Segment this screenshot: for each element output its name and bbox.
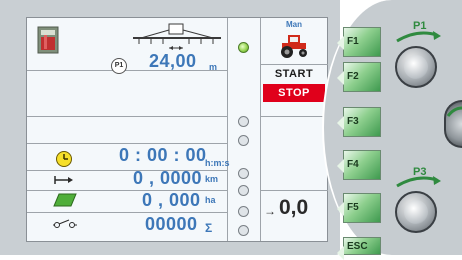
p3-knob[interactable] [395, 191, 437, 233]
f5-button[interactable]: F5 [337, 193, 381, 223]
esc-label: ESC [347, 241, 368, 252]
f5-label: F5 [347, 202, 359, 213]
time-unit: h:m:s [205, 158, 230, 168]
divider-row-2 [27, 116, 227, 117]
sprayer-boom-icon [133, 23, 221, 50]
status-led-2 [238, 116, 249, 127]
f3-label: F3 [347, 116, 359, 127]
start-button[interactable]: START [261, 68, 327, 80]
counter-unit: Σ [205, 221, 213, 235]
clock-icon [56, 151, 72, 167]
divider-control-box [260, 116, 328, 117]
status-led-7 [238, 225, 249, 236]
status-led-6 [238, 206, 249, 217]
f2-button[interactable]: F2 [337, 62, 381, 92]
distance-icon [54, 176, 73, 184]
divider-vertical-left [227, 18, 228, 241]
status-led-4 [238, 168, 249, 179]
tank-icon [37, 26, 59, 54]
divider-reading-box [260, 190, 328, 191]
status-led-3 [238, 135, 249, 146]
f2-label: F2 [347, 71, 359, 82]
divider-row-6 [27, 212, 227, 213]
rotate-arrow-icon-p3 [396, 176, 441, 188]
divider-vertical-right [260, 18, 261, 241]
status-led-5 [238, 185, 249, 196]
f1-button[interactable]: F1 [337, 27, 381, 57]
status-led-1 [238, 42, 249, 53]
f4-label: F4 [347, 159, 359, 170]
divider-row-1 [27, 70, 227, 71]
p1-knob[interactable] [395, 46, 437, 88]
lcd-screen: P1 24,00 m 0 : 00 : 00 h:m:s 0 , 0000 km… [26, 17, 328, 242]
nozzle-counter-icon [53, 219, 77, 228]
distance-unit: km [205, 174, 219, 184]
f1-label: F1 [347, 36, 359, 47]
distance-value: 0 , 0000 [133, 168, 203, 188]
counter-value: 00000 [145, 214, 198, 234]
f3-button[interactable]: F3 [337, 107, 381, 137]
speed-value: 24,00 [149, 51, 197, 71]
esc-button[interactable]: ESC [337, 237, 381, 260]
manual-mode-label: Man [286, 20, 302, 29]
area-unit: ha [205, 195, 216, 205]
p1-badge: P1 [111, 58, 127, 74]
terminal-frame: P1 24,00 m 0 : 00 : 00 h:m:s 0 , 0000 km… [0, 0, 462, 260]
reading-arrow: → [264, 204, 276, 218]
area-value: 0 , 000 [142, 190, 201, 210]
rotate-arrow-icon-p2 [446, 106, 462, 117]
area-icon [53, 193, 77, 207]
divider-row-3 [27, 143, 227, 144]
reading-value: 0,0 [279, 196, 309, 219]
rotate-arrow-icon-p1 [396, 31, 441, 43]
stop-button[interactable]: STOP [263, 84, 325, 102]
tractor-icon [281, 35, 307, 58]
f4-button[interactable]: F4 [337, 150, 381, 180]
time-value: 0 : 00 : 00 [119, 145, 207, 165]
speed-unit: m [209, 62, 218, 72]
divider-mode-box [260, 64, 328, 65]
